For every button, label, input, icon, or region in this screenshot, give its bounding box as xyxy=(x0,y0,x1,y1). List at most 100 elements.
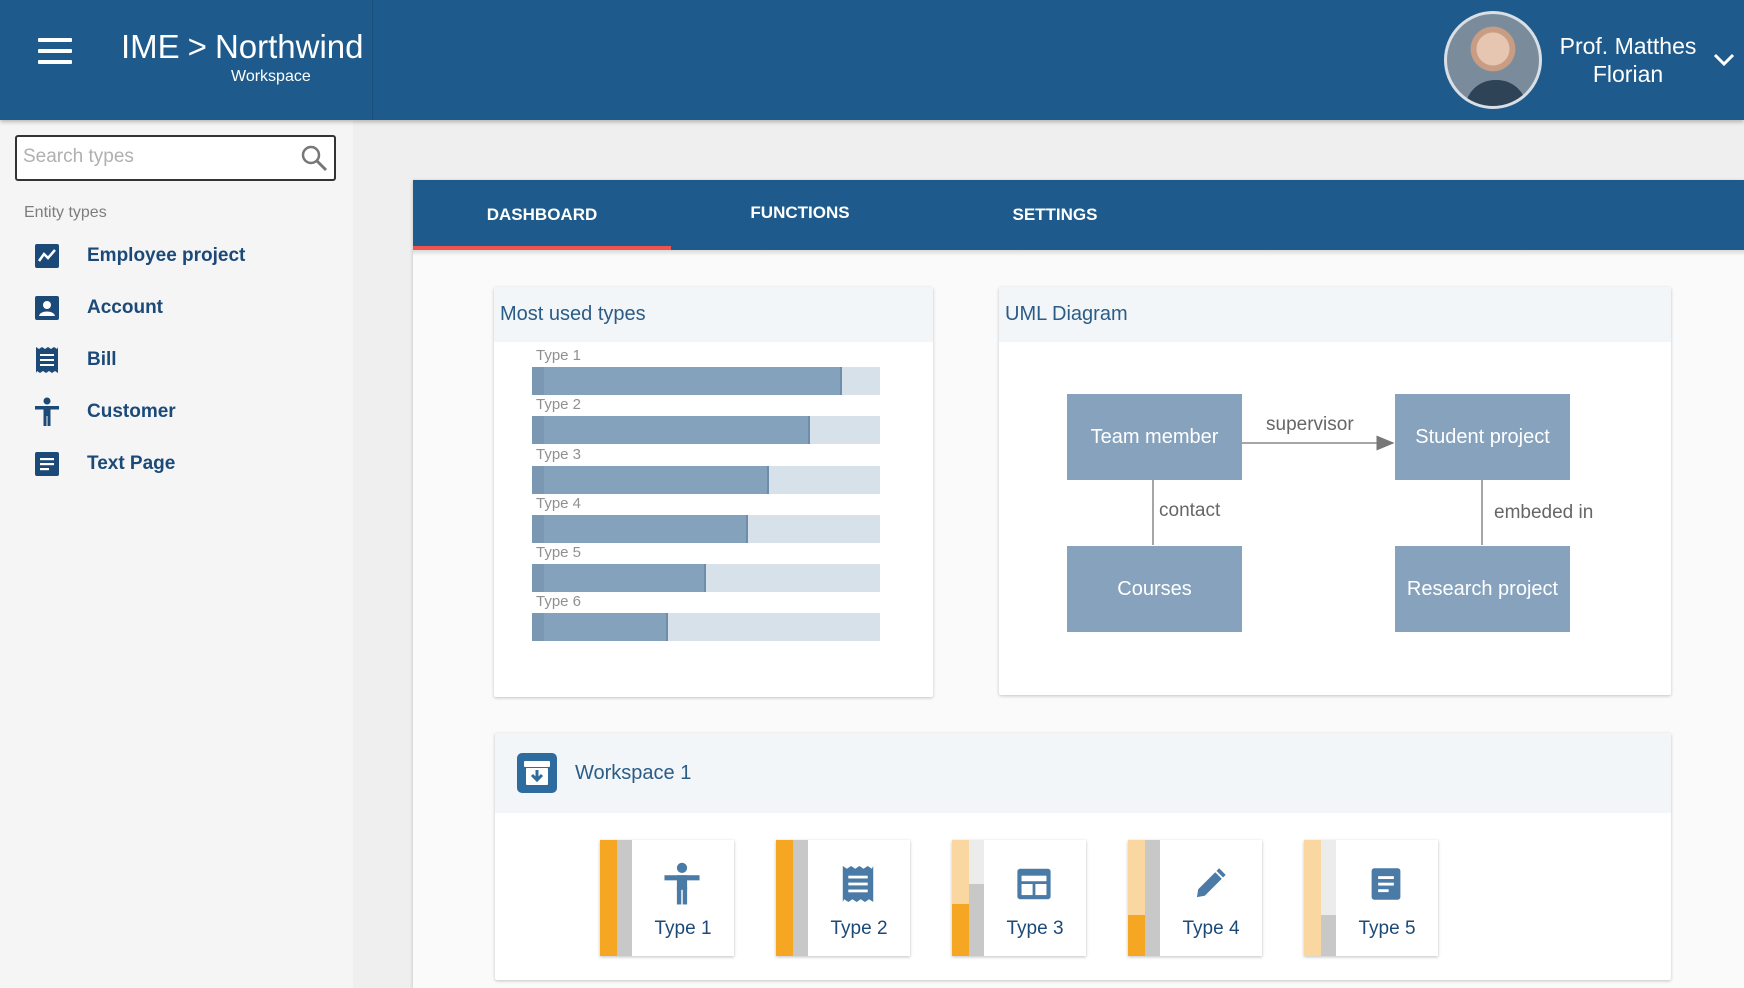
usage-bar-b-fill xyxy=(1321,915,1336,956)
user-name[interactable]: Prof. Matthes Florian xyxy=(1552,32,1704,88)
bar-track xyxy=(532,416,880,444)
type-card-label: Type 5 xyxy=(1358,918,1416,939)
usage-bar-a-fill xyxy=(776,840,793,956)
workspace-panel: Workspace 1 Type 1 Type 2 Type 3 Type 4 Type… xyxy=(495,733,1671,980)
usage-bar-b xyxy=(617,840,632,956)
web-layout-icon xyxy=(1014,862,1054,906)
header-divider xyxy=(372,0,373,120)
usage-strip xyxy=(952,840,984,956)
usage-bar-b xyxy=(1145,840,1160,956)
type-card-label: Type 4 xyxy=(1182,918,1240,939)
receipt-icon xyxy=(838,862,878,906)
bar[interactable] xyxy=(532,515,748,543)
usage-bar-a-fill xyxy=(952,904,969,956)
sidebar-item-customer[interactable]: Customer xyxy=(0,386,353,438)
bar-label: Type 3 xyxy=(536,446,582,463)
receipt-icon xyxy=(32,345,62,375)
type-card[interactable]: Type 5 xyxy=(1304,840,1438,956)
bar-label: Type 5 xyxy=(536,544,582,561)
type-card[interactable]: Type 4 xyxy=(1128,840,1262,956)
usage-bar-a xyxy=(600,840,617,956)
account-box-icon xyxy=(32,293,62,323)
uml-connectors xyxy=(1152,435,1483,545)
uml-box-research-project[interactable]: Research project xyxy=(1395,546,1570,632)
app-header: IME > Northwind Workspace Prof. Matthes Fl… xyxy=(0,0,1744,120)
usage-bar-b-fill xyxy=(617,840,632,956)
uml-box-student-project[interactable]: Student project xyxy=(1395,394,1570,480)
bar[interactable] xyxy=(532,416,810,444)
most-used-types-panel: Most used types Type 1 Type 2 Type 3 Type 4… xyxy=(494,287,933,697)
user-menu[interactable]: Prof. Matthes Florian xyxy=(1444,10,1744,110)
uml-diagram-panel: UML Diagram Team member Student project … xyxy=(999,287,1671,695)
search-box xyxy=(15,135,336,181)
usage-strip xyxy=(600,840,632,956)
bar[interactable] xyxy=(532,466,769,494)
bar[interactable] xyxy=(532,367,842,395)
bar-track xyxy=(532,515,880,543)
app-name: IME xyxy=(121,28,180,65)
sidebar-item-text-page[interactable]: Text Page xyxy=(0,438,353,490)
tab-bar-shadow xyxy=(413,250,1744,256)
bar-track xyxy=(532,613,880,641)
bar-label: Type 1 xyxy=(536,347,582,364)
entity-type-list: Employee project Account Bill Customer T… xyxy=(0,230,353,490)
main-card: DASHBOARD FUNCTIONS SETTINGS Most used t… xyxy=(413,180,1744,988)
sidebar-item-label: Account xyxy=(87,297,163,318)
usage-bar-b-fill xyxy=(793,840,808,956)
usage-bar-b-fill xyxy=(1145,840,1160,956)
search-input[interactable] xyxy=(17,137,287,177)
tab-dashboard[interactable]: DASHBOARD xyxy=(413,180,671,250)
usage-bar-a-fill xyxy=(600,840,617,956)
bar-label: Type 4 xyxy=(536,495,582,512)
panel-title: Most used types xyxy=(494,287,933,342)
bar[interactable] xyxy=(532,564,706,592)
usage-bar-b xyxy=(1321,840,1336,956)
archive-icon[interactable] xyxy=(517,753,557,793)
uml-relation-embeded-in: embeded in xyxy=(1494,502,1594,523)
type-card[interactable]: Type 2 xyxy=(776,840,910,956)
usage-bar-a xyxy=(776,840,793,956)
usage-strip xyxy=(1128,840,1160,956)
usage-strip xyxy=(776,840,808,956)
avatar[interactable] xyxy=(1444,11,1542,109)
type-card-label: Type 3 xyxy=(1006,918,1064,939)
type-card[interactable]: Type 3 xyxy=(952,840,1086,956)
chevron-down-icon[interactable] xyxy=(1704,40,1744,80)
sidebar-item-account[interactable]: Account xyxy=(0,282,353,334)
sidebar-item-bill[interactable]: Bill xyxy=(0,334,353,386)
uml-relation-supervisor: supervisor xyxy=(1266,414,1354,435)
uml-box-team-member[interactable]: Team member xyxy=(1067,394,1242,480)
sidebar-item-label: Customer xyxy=(87,401,176,422)
usage-bar-a xyxy=(1128,840,1145,956)
bar[interactable] xyxy=(532,613,668,641)
tab-functions[interactable]: FUNCTIONS xyxy=(671,178,929,248)
uml-box-courses[interactable]: Courses xyxy=(1067,546,1242,632)
bar-label: Type 6 xyxy=(536,593,582,610)
usage-bar-a xyxy=(1304,840,1321,956)
sidebar-item-label: Text Page xyxy=(87,453,176,474)
brand: IME > Northwind Workspace xyxy=(121,28,364,85)
project-name[interactable]: Northwind xyxy=(215,28,364,65)
usage-bar-a-fill xyxy=(1128,915,1145,956)
bar-track xyxy=(532,367,880,395)
document-icon xyxy=(32,449,62,479)
workspace-title: Workspace 1 xyxy=(575,761,692,784)
bar-label: Type 2 xyxy=(536,396,582,413)
document-icon xyxy=(1366,862,1406,906)
workspace-subtitle: Workspace xyxy=(231,68,311,85)
bar-track xyxy=(532,466,880,494)
sidebar-caption: Entity types xyxy=(24,204,107,221)
bar-track xyxy=(532,564,880,592)
type-card[interactable]: Type 1 xyxy=(600,840,734,956)
tab-settings[interactable]: SETTINGS xyxy=(929,180,1181,250)
search-icon[interactable] xyxy=(300,144,328,172)
sidebar-item-label: Bill xyxy=(87,349,117,370)
menu-icon[interactable] xyxy=(38,38,72,64)
pencil-icon xyxy=(1190,862,1230,906)
sidebar-item-employee-project[interactable]: Employee project xyxy=(0,230,353,282)
breadcrumb-separator: > xyxy=(187,28,207,65)
type-card-label: Type 1 xyxy=(654,918,712,939)
person-icon xyxy=(662,862,702,906)
sidebar: Entity types Employee project Account Bi… xyxy=(0,120,353,988)
tab-bar: DASHBOARD FUNCTIONS SETTINGS xyxy=(413,180,1744,250)
